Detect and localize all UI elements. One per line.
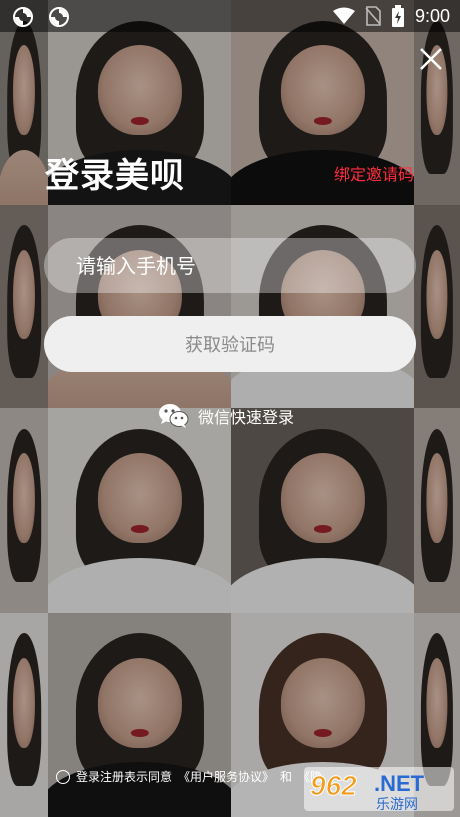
phone-input[interactable] <box>44 238 416 293</box>
agreement-checkbox[interactable] <box>56 769 70 784</box>
agreement-text: 登录注册表示同意 <box>76 770 173 784</box>
battery-charging-icon <box>391 5 404 27</box>
status-bar: 9:00 <box>0 0 460 32</box>
svg-text:乐游网: 乐游网 <box>376 797 418 813</box>
wechat-login-label: 微信快速登录 <box>198 408 295 427</box>
svg-text:.NET: .NET <box>374 771 425 796</box>
close-icon[interactable] <box>418 46 444 72</box>
agreement-and: 和 <box>280 770 293 784</box>
page-title: 登录美呗 <box>45 156 185 196</box>
wifi-icon <box>332 7 355 24</box>
wechat-login-button[interactable]: 微信快速登录 <box>158 402 294 430</box>
bind-invite-code-link[interactable]: 绑定邀请码 <box>334 161 414 185</box>
wechat-icon <box>159 404 189 428</box>
get-verification-code-button[interactable]: 获取验证码 <box>44 316 416 372</box>
agreement-row: 登录注册表示同意《用户服务协议》和《隐 <box>56 768 322 785</box>
status-time: 9:00 <box>414 5 450 26</box>
sync-icon <box>49 7 69 27</box>
svg-text:962: 962 <box>310 770 357 801</box>
no-sim-icon <box>365 6 381 26</box>
user-agreement-link[interactable]: 《用户服务协议》 <box>178 768 274 785</box>
watermark-logo: 962 .NET 乐游网 <box>304 765 454 813</box>
sync-icon <box>13 7 33 27</box>
